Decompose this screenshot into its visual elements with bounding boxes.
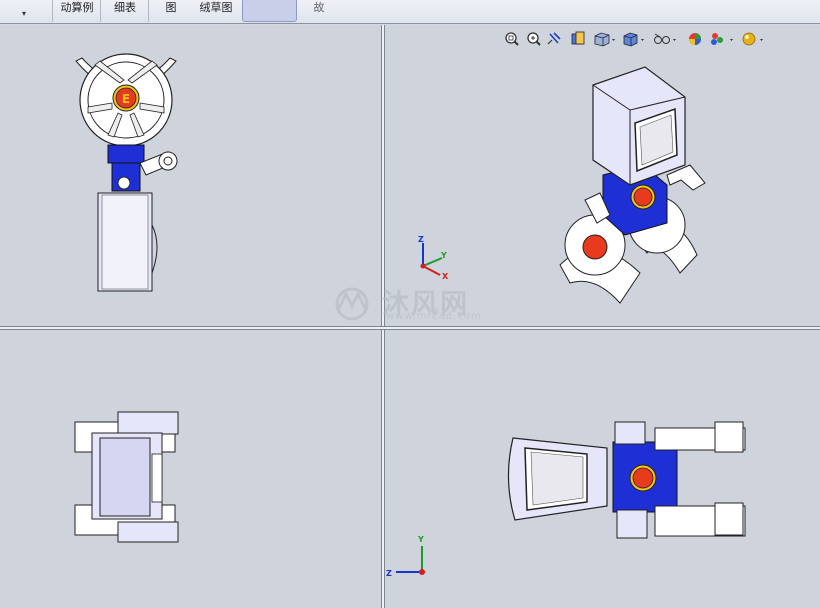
watermark-logo-icon [335, 287, 369, 321]
axis-y-label: Y [417, 535, 424, 544]
watermark: 沐风网 www.mfcad.com [330, 282, 495, 324]
right-view-model [507, 421, 746, 539]
toolbar-separator [148, 0, 149, 22]
axis-z-label: Z [386, 569, 392, 578]
axis-x-label: X [442, 272, 449, 281]
toolbar-separator [52, 0, 53, 22]
cad-window: ▾ 动算例 细表 图 绒草图 故 E Z Y X Y Z 沐风网 www.mfc… [0, 0, 820, 608]
coordinate-triad-right: Y Z [386, 535, 425, 578]
tab-sketch[interactable]: 绒草图 [193, 0, 239, 20]
tab-release[interactable]: 故 [300, 0, 338, 20]
axis-z-label: Z [418, 235, 424, 244]
toolbar-separator [100, 0, 101, 22]
top-view-model [74, 411, 179, 543]
coordinate-triad-iso: Z Y X [418, 235, 449, 281]
front-view-model: E [75, 53, 178, 292]
watermark-url: www.mfcad.com [386, 311, 482, 322]
badge-letter: E [122, 92, 130, 106]
tab-motion-study[interactable]: 动算例 [55, 0, 99, 20]
toolbar-dropdown-icon[interactable]: ▾ [22, 9, 26, 18]
command-manager-toolbar: ▾ 动算例 细表 图 绒草图 故 [0, 0, 820, 24]
tab-active-highlight[interactable] [242, 0, 297, 22]
tab-drawing[interactable]: 图 [151, 0, 191, 20]
axis-y-label: Y [440, 251, 447, 260]
tab-bill-of-materials[interactable]: 细表 [103, 0, 147, 20]
